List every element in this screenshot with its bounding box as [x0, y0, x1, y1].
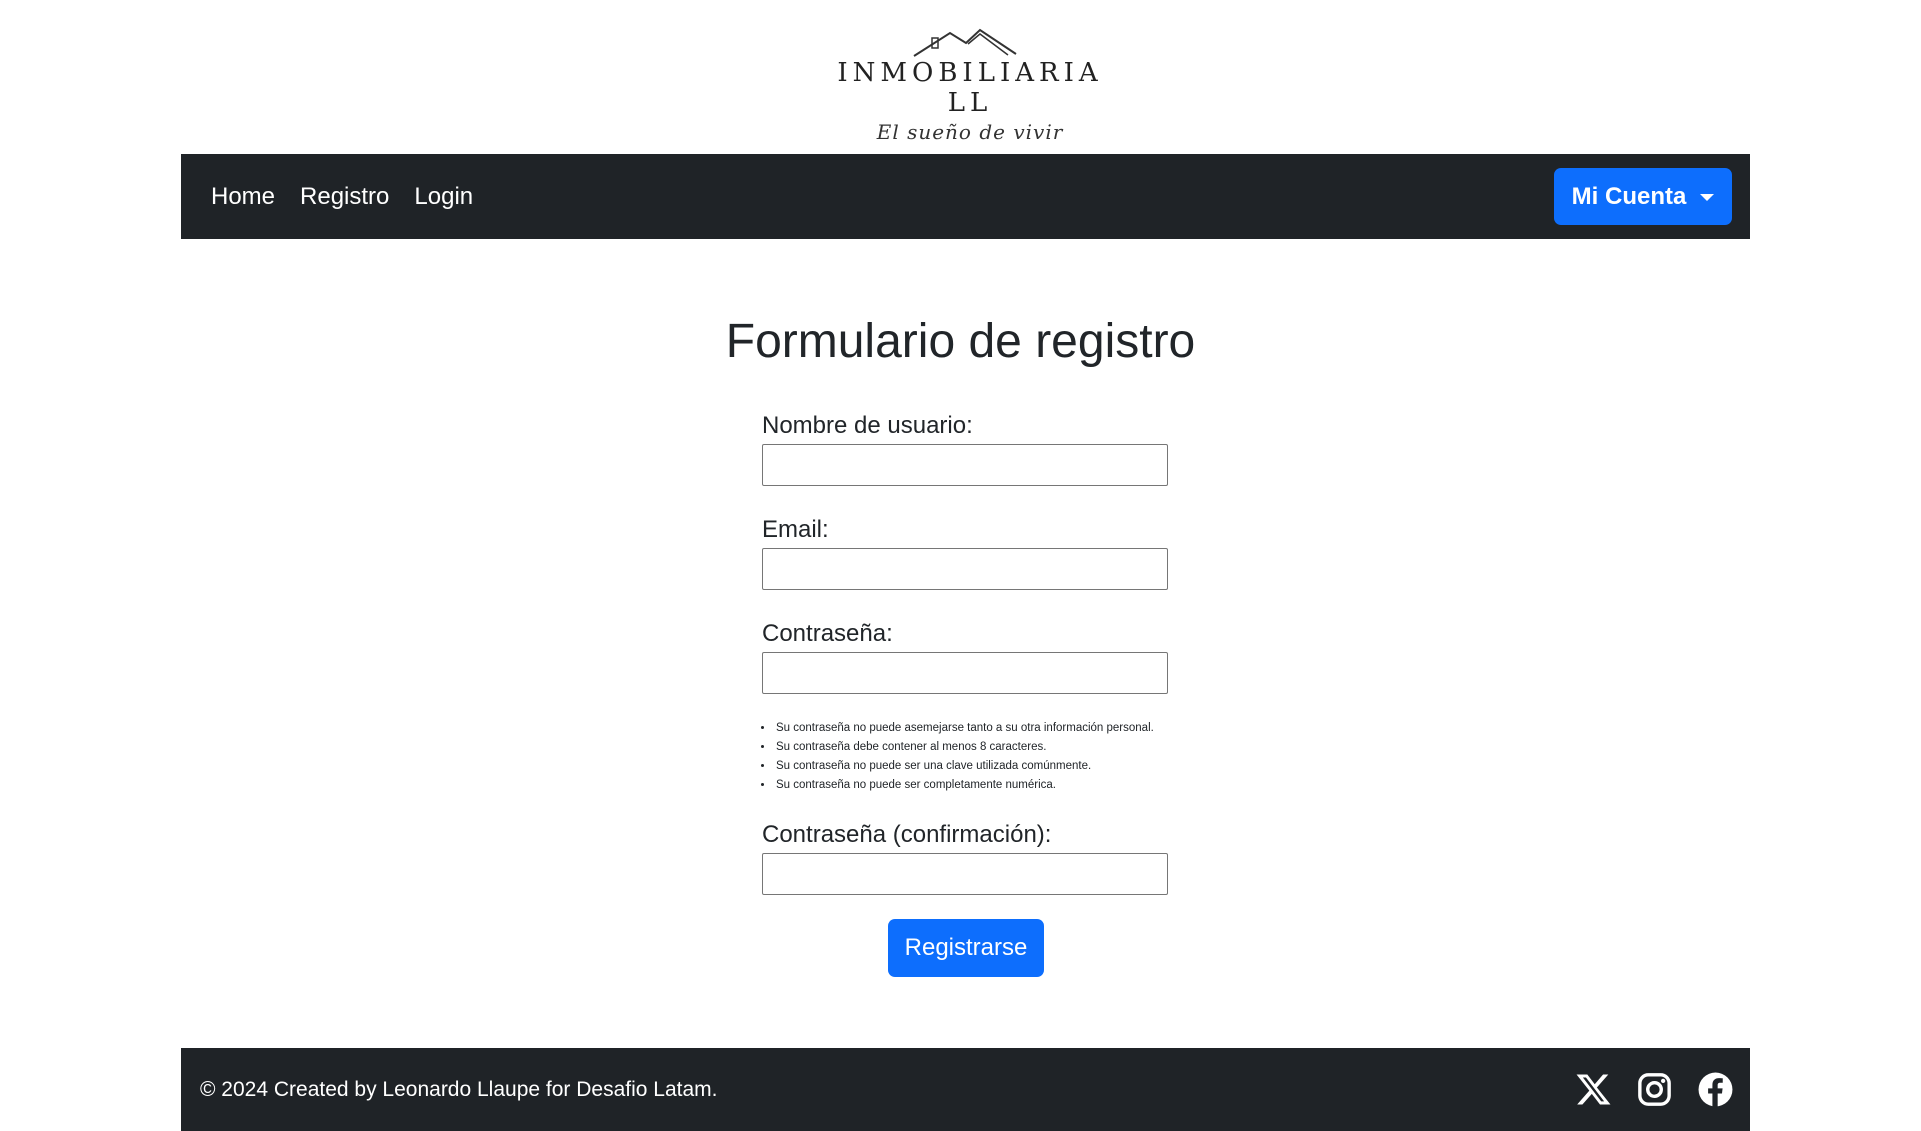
page-title: Formulario de registro — [725, 315, 1196, 368]
username-label: Nombre de usuario: — [762, 412, 973, 439]
register-button[interactable]: Registrarse — [888, 919, 1044, 977]
password-label: Contraseña: — [762, 620, 893, 647]
nav-link-registro[interactable]: Registro — [300, 183, 389, 211]
password-help-item: Su contraseña no puede ser completamente… — [774, 776, 1154, 795]
navbar: Home Registro Login Mi Cuenta — [181, 154, 1750, 239]
password-help-item: Su contraseña debe contener al menos 8 c… — [774, 738, 1154, 757]
page: INMOBILIARIA LL El sueño de vivir Home R… — [0, 0, 1921, 1131]
footer-copyright: © 2024 Created by Leonardo Llaupe for De… — [200, 1077, 718, 1101]
password-confirm-label: Contraseña (confirmación): — [762, 821, 1052, 848]
x-icon[interactable] — [1575, 1071, 1612, 1108]
brand-tagline: El sueño de vivir — [876, 120, 1064, 144]
email-label: Email: — [762, 516, 829, 543]
caret-down-icon — [1700, 194, 1715, 201]
nav-links: Home Registro Login — [211, 154, 473, 239]
password-help-item: Su contraseña no puede asemejarse tanto … — [774, 719, 1154, 738]
brand-logo[interactable]: INMOBILIARIA LL El sueño de vivir — [820, 24, 1120, 144]
account-dropdown-button[interactable]: Mi Cuenta — [1554, 168, 1732, 225]
password-help-list: Su contraseña no puede asemejarse tanto … — [762, 719, 1154, 795]
username-input[interactable] — [762, 444, 1168, 486]
email-input[interactable] — [762, 548, 1168, 590]
facebook-icon[interactable] — [1697, 1071, 1734, 1108]
footer: © 2024 Created by Leonardo Llaupe for De… — [181, 1048, 1750, 1131]
nav-link-home[interactable]: Home — [211, 183, 275, 211]
nav-link-login[interactable]: Login — [414, 183, 473, 211]
password-help-item: Su contraseña no puede ser una clave uti… — [774, 757, 1154, 776]
instagram-icon[interactable] — [1636, 1071, 1673, 1108]
password-confirm-input[interactable] — [762, 853, 1168, 895]
house-roof-icon — [913, 28, 1017, 57]
brand-name: INMOBILIARIA LL — [837, 58, 1103, 118]
account-button-label: Mi Cuenta — [1571, 182, 1687, 210]
social-links — [1575, 1048, 1734, 1131]
password-input[interactable] — [762, 652, 1168, 694]
